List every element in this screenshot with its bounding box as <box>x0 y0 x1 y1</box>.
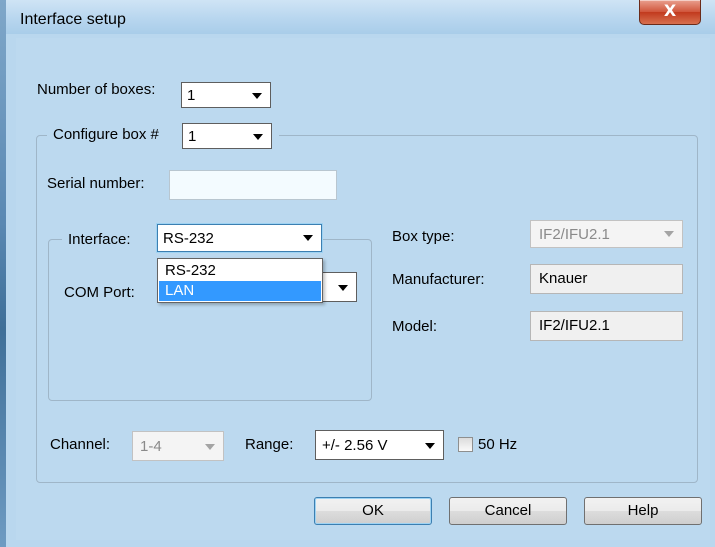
serial-number-input[interactable] <box>169 170 337 200</box>
model-label: Model: <box>392 318 438 335</box>
range-value: +/- 2.56 V <box>322 437 388 454</box>
chevron-down-icon <box>664 231 674 237</box>
box-type-select[interactable]: IF2/IFU2.1 <box>530 220 683 248</box>
interface-select[interactable]: RS-232 <box>157 224 322 252</box>
channel-label: Channel: <box>50 436 111 453</box>
interface-option-lan-label: LAN <box>165 282 195 299</box>
interface-option-rs232[interactable]: RS-232 <box>159 261 321 281</box>
chevron-down-icon <box>253 134 263 140</box>
channel-value: 1-4 <box>140 438 162 455</box>
configure-box-select[interactable]: 1 <box>182 123 272 149</box>
chevron-down-icon <box>205 444 215 450</box>
interface-setup-window: Interface setup X Number of boxes: 1 Con… <box>0 0 715 547</box>
box-type-value: IF2/IFU2.1 <box>539 226 610 243</box>
hz50-checkbox[interactable] <box>458 437 473 452</box>
chevron-down-icon <box>303 235 313 241</box>
model-field: IF2/IFU2.1 <box>530 311 683 341</box>
interface-value: RS-232 <box>163 230 214 247</box>
number-of-boxes-select[interactable]: 1 <box>181 82 271 108</box>
interface-option-lan[interactable]: LAN <box>159 281 321 301</box>
box-type-label: Box type: <box>392 228 455 245</box>
chevron-down-icon <box>425 443 435 449</box>
manufacturer-label: Manufacturer: <box>392 271 485 288</box>
interface-option-rs232-label: RS-232 <box>165 262 216 279</box>
configure-box-value: 1 <box>188 128 197 145</box>
model-value: IF2/IFU2.1 <box>539 317 610 334</box>
channel-select[interactable]: 1-4 <box>132 431 224 461</box>
interface-label: Interface: <box>68 231 131 248</box>
range-label: Range: <box>245 436 294 453</box>
hz50-label: 50 Hz <box>478 436 518 453</box>
com-port-label: COM Port: <box>64 284 135 301</box>
number-of-boxes-value: 1 <box>187 87 196 104</box>
manufacturer-field: Knauer <box>530 264 683 294</box>
number-of-boxes-label: Number of boxes: <box>37 81 156 98</box>
manufacturer-value: Knauer <box>539 270 588 287</box>
serial-number-label: Serial number: <box>47 175 145 192</box>
ok-button[interactable]: OK <box>314 497 432 525</box>
chevron-down-icon <box>338 285 348 291</box>
interface-dropdown-list: RS-232 LAN <box>157 258 323 303</box>
chevron-down-icon <box>252 93 262 99</box>
cancel-button[interactable]: Cancel <box>449 497 567 525</box>
range-select[interactable]: +/- 2.56 V <box>315 430 444 460</box>
configure-box-label: Configure box # <box>53 126 159 143</box>
help-button[interactable]: Help <box>584 497 702 525</box>
